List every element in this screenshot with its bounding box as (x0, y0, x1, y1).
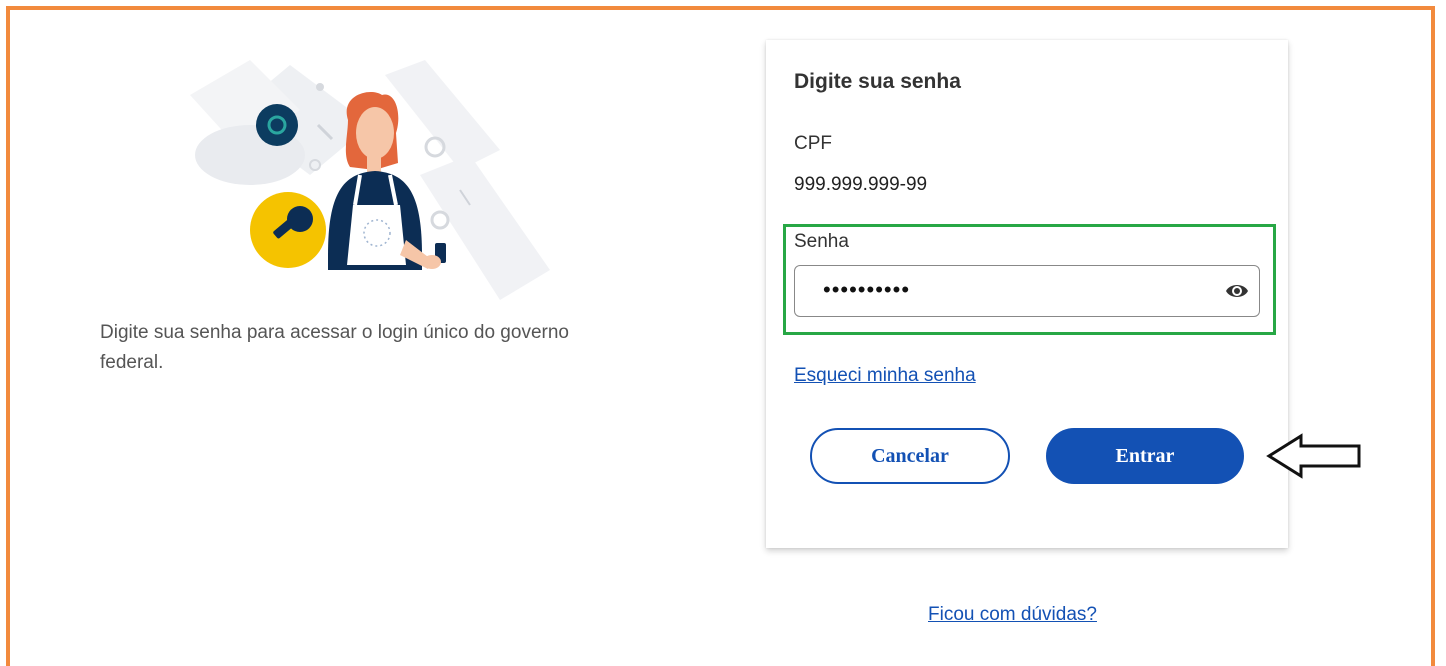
enter-button[interactable]: Entrar (1046, 428, 1244, 484)
login-card: Digite sua senha CPF 999.999.999-99 Senh… (766, 40, 1288, 548)
forgot-password-link[interactable]: Esqueci minha senha (794, 365, 976, 387)
cpf-value: 999.999.999-99 (794, 174, 928, 195)
cancel-button[interactable]: Cancelar (810, 428, 1010, 484)
lock-badge-icon (256, 104, 298, 146)
pointer-arrow-icon (1266, 433, 1361, 479)
help-link[interactable]: Ficou com dúvidas? (928, 604, 1097, 626)
eye-icon[interactable] (1225, 280, 1249, 302)
password-label: Senha (794, 231, 849, 252)
intro-text: Digite sua senha para acessar o login ún… (100, 322, 569, 373)
password-value: •••••••••• (823, 277, 911, 302)
key-badge-icon (250, 192, 326, 268)
cpf-label: CPF (794, 133, 832, 154)
password-input[interactable]: •••••••••• (794, 265, 1260, 317)
card-title: Digite sua senha (794, 70, 961, 93)
login-illustration (190, 60, 550, 300)
